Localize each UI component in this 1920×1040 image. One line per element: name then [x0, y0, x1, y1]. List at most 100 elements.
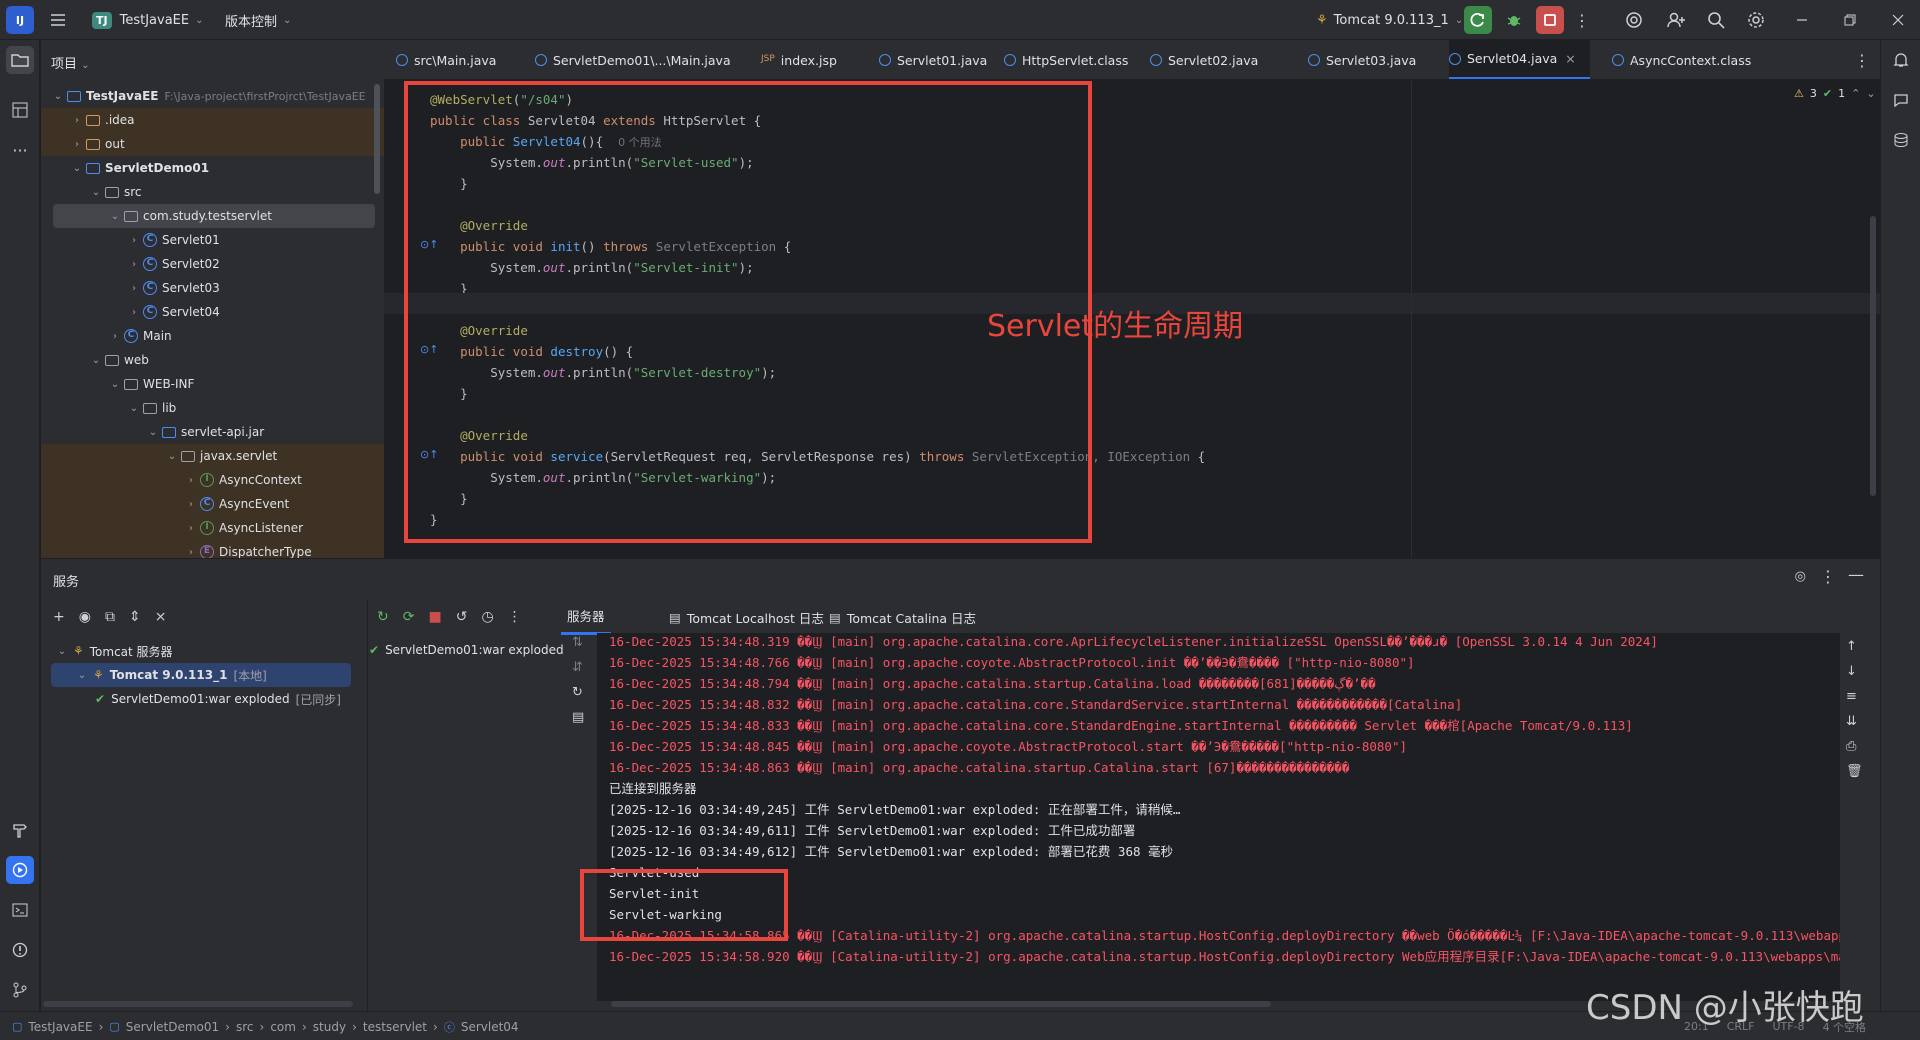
- notifications-bell-icon[interactable]: [1887, 46, 1915, 74]
- stop-server-icon[interactable]: ■: [428, 609, 441, 625]
- deployment-item[interactable]: ✔ ServletDemo01:war exploded: [369, 643, 564, 657]
- chevron-right-icon[interactable]: ›: [70, 139, 84, 150]
- tree-item[interactable]: › out: [41, 132, 384, 156]
- vcs-menu[interactable]: 版本控制 ⌄: [225, 0, 291, 40]
- chevron-right-icon[interactable]: ›: [184, 547, 198, 558]
- inspection-widget[interactable]: ⚠ 3 ✔ 1 ⌃ ⌄: [1794, 87, 1876, 100]
- override-marker-icon[interactable]: ⊙↑: [420, 448, 438, 461]
- eye-icon[interactable]: ◉: [79, 609, 91, 625]
- services-icon[interactable]: [6, 856, 34, 884]
- breadcrumb-item[interactable]: com: [270, 1020, 296, 1034]
- chevron-down-icon[interactable]: ⌄: [75, 670, 89, 681]
- build-hammer-icon[interactable]: [6, 816, 34, 844]
- log-tab[interactable]: ▤ Tomcat Catalina 日志: [823, 599, 982, 635]
- editor-tab[interactable]: JSP index.jsp: [761, 40, 851, 79]
- expand-all-icon[interactable]: ⇕: [129, 609, 141, 625]
- chevron-down-icon[interactable]: ⌄: [70, 163, 84, 174]
- debug-icon[interactable]: [1500, 6, 1528, 34]
- close-icon[interactable]: [1884, 6, 1912, 34]
- tree-item[interactable]: ⌄ src: [41, 180, 384, 204]
- tree-item[interactable]: › I AsyncContext: [41, 468, 384, 492]
- chevron-down-icon[interactable]: ⌄: [108, 379, 122, 390]
- terminal-icon[interactable]: [6, 896, 34, 924]
- breadcrumb-item[interactable]: testservlet: [363, 1020, 427, 1034]
- chevron-right-icon[interactable]: ›: [70, 115, 84, 126]
- override-marker-icon[interactable]: ⊙↑: [420, 238, 438, 251]
- redeploy-icon[interactable]: ↺: [456, 609, 468, 625]
- tab-more-icon[interactable]: ⋮: [1854, 40, 1870, 80]
- project-panel-header[interactable]: 项目 ⌄: [51, 53, 90, 72]
- settings-gear-icon[interactable]: [1742, 6, 1770, 34]
- editor-tab[interactable]: ServletDemo01\...\Main.java: [535, 40, 745, 79]
- print-icon[interactable]: ⎙: [1846, 739, 1863, 754]
- chevron-right-icon[interactable]: ›: [127, 307, 141, 318]
- database-icon[interactable]: [1887, 126, 1915, 154]
- tree-item[interactable]: ⌄ WEB-INF: [41, 372, 384, 396]
- scroll-end-icon[interactable]: ⇊: [1846, 714, 1863, 729]
- more-icon[interactable]: ⋮: [1568, 6, 1596, 34]
- log-tab[interactable]: 服务器: [561, 599, 611, 635]
- chevron-down-icon[interactable]: ⌄: [89, 355, 103, 366]
- close-tab-icon[interactable]: ×: [1565, 51, 1575, 66]
- editor-tab[interactable]: Servlet03.java: [1308, 40, 1430, 79]
- editor-tab[interactable]: AsyncContext.class: [1612, 40, 1765, 79]
- structure-icon[interactable]: [6, 96, 34, 124]
- chevron-down-icon[interactable]: ⌄: [89, 187, 103, 198]
- tree-item[interactable]: ⌄ TestJavaEE F:\Java-project\firstProjrct\…: [41, 84, 384, 108]
- add-icon[interactable]: +: [53, 609, 65, 625]
- open-browser-icon[interactable]: ◷: [481, 609, 493, 625]
- tree-item[interactable]: ⌄ servlet-api.jar: [41, 420, 384, 444]
- chevron-down-icon[interactable]: ⌄: [51, 91, 65, 102]
- tree-item[interactable]: › C Servlet04: [41, 300, 384, 324]
- chevron-right-icon[interactable]: ›: [127, 235, 141, 246]
- undeploy-icon[interactable]: ⇵: [572, 660, 584, 675]
- add-user-icon[interactable]: [1662, 6, 1690, 34]
- server-more-icon[interactable]: ⋮: [508, 609, 522, 625]
- breadcrumb-item[interactable]: TestJavaEE: [28, 1020, 92, 1034]
- log-tab[interactable]: ▤ Tomcat Localhost 日志: [663, 599, 830, 635]
- chevron-down-icon[interactable]: ⌄: [108, 211, 122, 222]
- tree-item[interactable]: › C Main: [41, 324, 384, 348]
- tree-item[interactable]: ⌄ ServletDemo01: [41, 156, 384, 180]
- tree-item[interactable]: › .idea: [41, 108, 384, 132]
- project-folder-icon[interactable]: [6, 46, 34, 74]
- tree-item[interactable]: ⌄ javax.servlet: [41, 444, 384, 468]
- rerun-icon[interactable]: [1464, 6, 1492, 34]
- run-config-selector[interactable]: ⚘ Tomcat 9.0.113_1 ⌄: [1316, 0, 1463, 40]
- tree-item[interactable]: › E DispatcherType: [41, 540, 384, 558]
- arrow-up-icon[interactable]: ↑: [1846, 639, 1863, 654]
- arrow-down-icon[interactable]: ↓: [1846, 664, 1863, 679]
- override-marker-icon[interactable]: ⊙↑: [420, 343, 438, 356]
- soft-wrap-icon[interactable]: ≡: [1846, 689, 1863, 704]
- tree-item[interactable]: ⌄ web: [41, 348, 384, 372]
- chevron-up-icon[interactable]: ⌃: [1851, 87, 1860, 100]
- breadcrumb-item[interactable]: ServletDemo01: [126, 1020, 219, 1034]
- deploy-up-icon[interactable]: ⇅: [572, 635, 584, 650]
- ai-chat-icon[interactable]: [1887, 86, 1915, 114]
- chevron-down-icon[interactable]: ⌄: [1866, 87, 1875, 100]
- stop-icon[interactable]: [1536, 6, 1564, 34]
- chevron-right-icon[interactable]: ›: [184, 475, 198, 486]
- refresh-icon[interactable]: ↻: [572, 685, 584, 700]
- log-view-icon[interactable]: ▤: [572, 710, 584, 725]
- more-tools-icon[interactable]: ···: [6, 136, 34, 164]
- services-tree-item[interactable]: ⌄ ⚘ Tomcat 服务器: [41, 639, 341, 663]
- chevron-down-icon[interactable]: ⌄: [55, 646, 69, 657]
- tree-item[interactable]: › I AsyncListener: [41, 516, 384, 540]
- search-icon[interactable]: [1702, 6, 1730, 34]
- editor-tab[interactable]: src\Main.java: [396, 40, 510, 79]
- tree-item[interactable]: ⌄ lib: [41, 396, 384, 420]
- ai-assistant-icon[interactable]: [1620, 6, 1648, 34]
- chevron-right-icon[interactable]: ›: [184, 499, 198, 510]
- trash-icon[interactable]: 🗑: [1846, 764, 1863, 779]
- breadcrumb-item[interactable]: study: [313, 1020, 346, 1034]
- editor-tab[interactable]: HttpServlet.class: [1004, 40, 1142, 79]
- project-scrollbar[interactable]: [374, 84, 380, 194]
- git-branch-icon[interactable]: [6, 976, 34, 1004]
- chevron-right-icon[interactable]: ›: [127, 283, 141, 294]
- tree-item[interactable]: ⌄ com.study.testservlet: [53, 204, 375, 228]
- restore-icon[interactable]: [1836, 6, 1864, 34]
- problems-icon[interactable]: [6, 936, 34, 964]
- chevron-down-icon[interactable]: ⌄: [165, 451, 179, 462]
- chevron-right-icon[interactable]: ›: [108, 331, 122, 342]
